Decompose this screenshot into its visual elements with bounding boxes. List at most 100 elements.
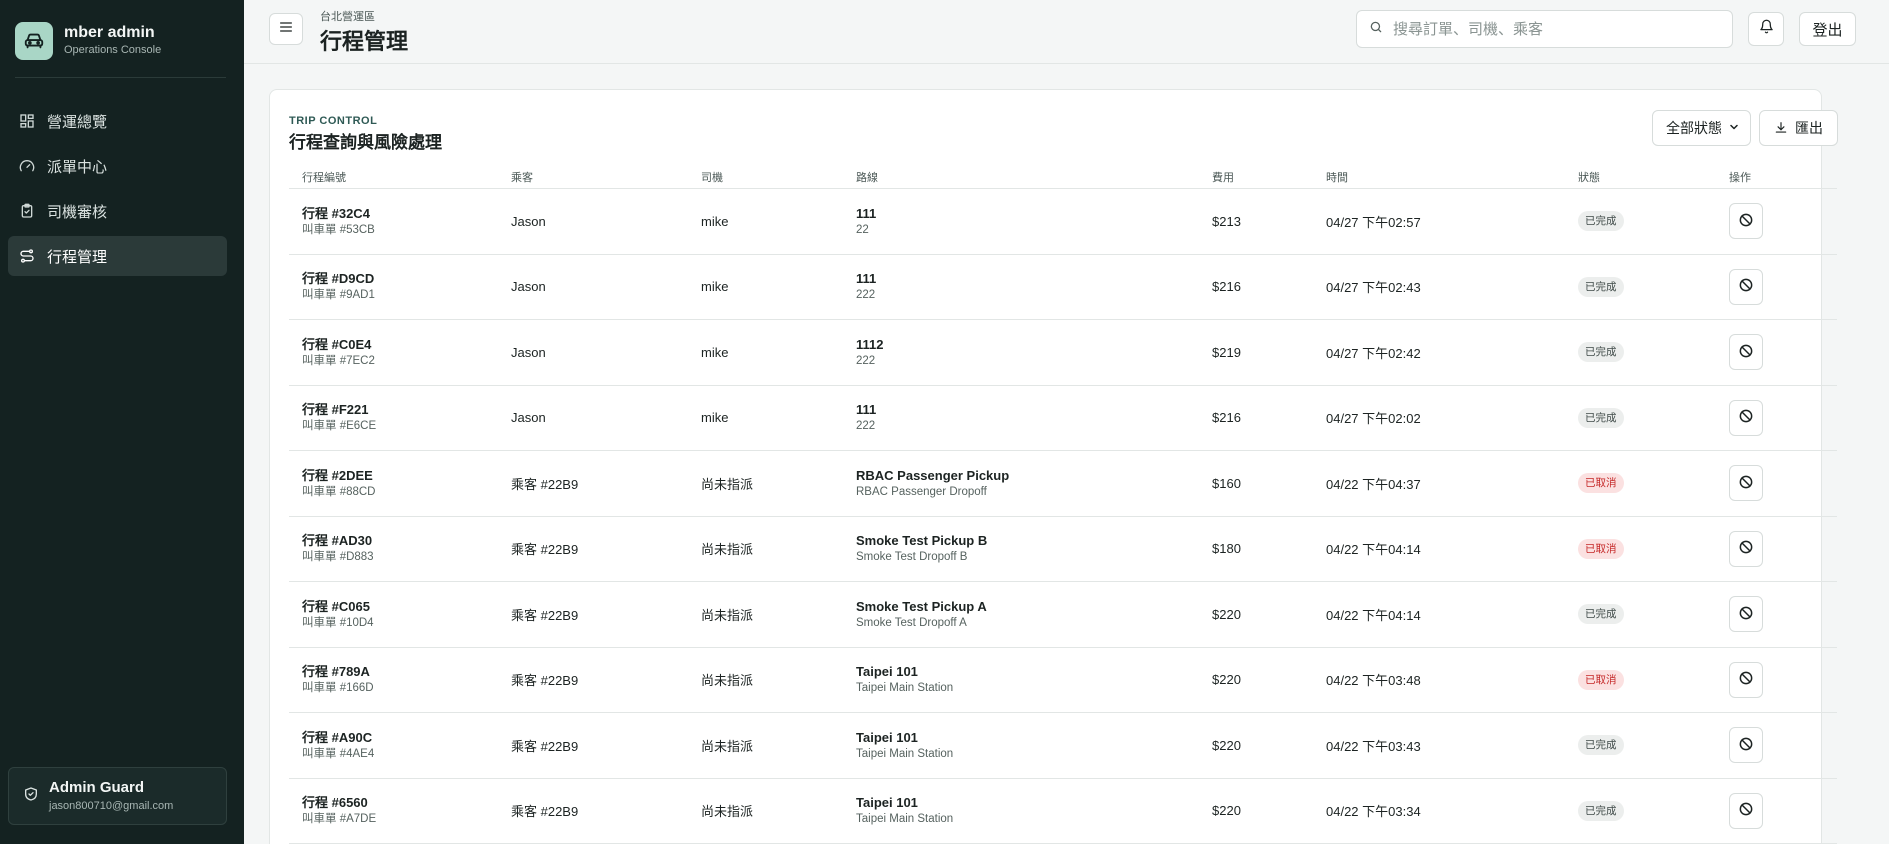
user-email: jason800710@gmail.com bbox=[49, 800, 174, 812]
trip-id-cell: 行程 #C0E4 叫車單 #7EC2 bbox=[302, 320, 375, 385]
driver-cell: mike bbox=[701, 344, 729, 360]
trip-id-cell: 行程 #789A 叫車單 #166D bbox=[302, 648, 374, 713]
status-cell: 已取消 bbox=[1578, 648, 1624, 713]
trip-id: 行程 #AD30 bbox=[302, 533, 373, 549]
table-row[interactable]: 行程 #32C4 叫車單 #53CB Jason mike 111 22 $21… bbox=[289, 189, 1837, 255]
block-trip-button[interactable] bbox=[1729, 268, 1763, 305]
trip-id: 行程 #C0E4 bbox=[302, 336, 372, 352]
status-badge: 已完成 bbox=[1578, 604, 1624, 625]
chevron-down-icon bbox=[1728, 120, 1740, 136]
sidebar-divider bbox=[15, 77, 226, 78]
route-cell: Smoke Test Pickup B Smoke Test Dropoff B bbox=[856, 517, 987, 582]
table-row[interactable]: 行程 #6560 叫車單 #A7DE 乘客 #22B9 尚未指派 Taipei … bbox=[289, 779, 1837, 844]
route-dropoff: Smoke Test Dropoff B bbox=[856, 551, 968, 564]
order-id: 叫車單 #10D4 bbox=[302, 616, 374, 629]
table-row[interactable]: 行程 #C065 叫車單 #10D4 乘客 #22B9 尚未指派 Smoke T… bbox=[289, 582, 1837, 648]
route-pickup: 111 bbox=[856, 271, 877, 287]
notifications-button[interactable] bbox=[1748, 12, 1784, 46]
user-name: Admin Guard bbox=[49, 779, 145, 796]
sidebar-item-overview[interactable]: 營運總覽 bbox=[8, 101, 227, 141]
search-input[interactable] bbox=[1393, 20, 1713, 38]
logout-button[interactable]: 登出 bbox=[1799, 12, 1856, 46]
time-cell: 04/27 下午02:02 bbox=[1326, 411, 1421, 427]
column-header-fee: 費用 bbox=[1212, 172, 1234, 184]
ban-icon bbox=[1738, 605, 1754, 624]
trip-id: 行程 #F221 bbox=[302, 402, 369, 418]
table-row[interactable]: 行程 #D9CD 叫車單 #9AD1 Jason mike 111 222 $2… bbox=[289, 255, 1837, 320]
time-cell: 04/22 下午04:14 bbox=[1326, 542, 1421, 558]
route-dropoff: Taipei Main Station bbox=[856, 682, 954, 695]
route-pickup: 111 bbox=[856, 205, 877, 221]
driver-cell: mike bbox=[701, 279, 729, 295]
table-row[interactable]: 行程 #A90C 叫車單 #4AE4 乘客 #22B9 尚未指派 Taipei … bbox=[289, 713, 1837, 779]
block-trip-button[interactable] bbox=[1729, 661, 1763, 698]
trip-id: 行程 #D9CD bbox=[302, 271, 375, 287]
sidebar-item-dispatch[interactable]: 派單中心 bbox=[8, 146, 227, 186]
status-cell: 已完成 bbox=[1578, 582, 1624, 647]
sidebar: mber admin Operations Console 營運總覽 派單中心 … bbox=[0, 0, 244, 844]
search-box bbox=[1356, 10, 1733, 48]
passenger-cell: 乘客 #22B9 bbox=[511, 804, 579, 820]
fee-cell: $216 bbox=[1212, 279, 1241, 295]
export-label: 匯出 bbox=[1795, 120, 1823, 136]
route-dropoff: 222 bbox=[856, 354, 876, 367]
trip-id: 行程 #6560 bbox=[302, 795, 368, 811]
ban-icon bbox=[1738, 474, 1754, 493]
sidebar-item-trips[interactable]: 行程管理 bbox=[8, 236, 227, 276]
order-id: 叫車單 #E6CE bbox=[302, 420, 377, 433]
route-dropoff: Taipei Main Station bbox=[856, 747, 954, 760]
fee-cell: $220 bbox=[1212, 737, 1241, 753]
user-card[interactable]: Admin Guard jason800710@gmail.com bbox=[8, 767, 227, 825]
order-id: 叫車單 #7EC2 bbox=[302, 354, 375, 367]
trip-table: 行程編號 乘客 司機 路線 費用 時間 狀態 操作 行程 #32C4 叫車單 #… bbox=[289, 161, 1837, 844]
block-trip-button[interactable] bbox=[1729, 203, 1763, 240]
column-header-passenger: 乘客 bbox=[511, 172, 533, 184]
order-id: 叫車單 #D883 bbox=[302, 551, 374, 564]
sidebar-item-label: 營運總覽 bbox=[47, 113, 108, 131]
table-row[interactable]: 行程 #AD30 叫車單 #D883 乘客 #22B9 尚未指派 Smoke T… bbox=[289, 517, 1837, 582]
route-cell: RBAC Passenger Pickup RBAC Passenger Dro… bbox=[856, 451, 1009, 516]
region-label: 台北營運區 bbox=[320, 11, 375, 23]
bell-icon bbox=[1759, 19, 1774, 39]
column-header-trip-id: 行程編號 bbox=[302, 172, 346, 184]
route-pickup: Taipei 101 bbox=[856, 664, 918, 680]
block-trip-button[interactable] bbox=[1729, 596, 1763, 633]
menu-toggle-button[interactable] bbox=[269, 13, 303, 45]
driver-cell: mike bbox=[701, 213, 729, 229]
route-cell: Taipei 101 Taipei Main Station bbox=[856, 713, 953, 778]
time-cell: 04/22 下午03:43 bbox=[1326, 738, 1421, 754]
passenger-cell: 乘客 #22B9 bbox=[511, 542, 579, 558]
ban-icon bbox=[1738, 736, 1754, 755]
time-cell: 04/22 下午04:14 bbox=[1326, 607, 1421, 623]
status-filter-select[interactable]: 全部狀態 bbox=[1652, 110, 1751, 146]
status-cell: 已完成 bbox=[1578, 386, 1624, 451]
driver-cell: mike bbox=[701, 410, 729, 426]
action-cell bbox=[1729, 517, 1763, 582]
action-cell bbox=[1729, 189, 1763, 254]
table-row[interactable]: 行程 #C0E4 叫車單 #7EC2 Jason mike 1112 222 $… bbox=[289, 320, 1837, 386]
time-cell: 04/22 下午03:34 bbox=[1326, 804, 1421, 820]
sidebar-item-driver-review[interactable]: 司機審核 bbox=[8, 191, 227, 231]
status-cell: 已取消 bbox=[1578, 517, 1624, 582]
order-id: 叫車單 #166D bbox=[302, 682, 374, 695]
car-icon bbox=[15, 22, 53, 60]
action-cell bbox=[1729, 451, 1763, 516]
status-badge: 已完成 bbox=[1578, 276, 1624, 297]
shield-check-icon bbox=[23, 786, 39, 807]
block-trip-button[interactable] bbox=[1729, 727, 1763, 764]
table-row[interactable]: 行程 #F221 叫車單 #E6CE Jason mike 111 222 $2… bbox=[289, 386, 1837, 451]
block-trip-button[interactable] bbox=[1729, 399, 1763, 436]
route-pickup: 111 bbox=[856, 402, 877, 418]
block-trip-button[interactable] bbox=[1729, 465, 1763, 502]
sidebar-nav: 營運總覽 派單中心 司機審核 行程管理 bbox=[8, 101, 227, 281]
export-button[interactable]: 匯出 bbox=[1759, 110, 1838, 146]
table-body: 行程 #32C4 叫車單 #53CB Jason mike 111 22 $21… bbox=[289, 189, 1837, 844]
block-trip-button[interactable] bbox=[1729, 530, 1763, 567]
order-id: 叫車單 #9AD1 bbox=[302, 289, 375, 302]
table-row[interactable]: 行程 #2DEE 叫車單 #88CD 乘客 #22B9 尚未指派 RBAC Pa… bbox=[289, 451, 1837, 517]
block-trip-button[interactable] bbox=[1729, 334, 1763, 371]
block-trip-button[interactable] bbox=[1729, 792, 1763, 829]
gauge-icon bbox=[19, 158, 35, 174]
table-row[interactable]: 行程 #789A 叫車單 #166D 乘客 #22B9 尚未指派 Taipei … bbox=[289, 648, 1837, 713]
action-cell bbox=[1729, 713, 1763, 778]
